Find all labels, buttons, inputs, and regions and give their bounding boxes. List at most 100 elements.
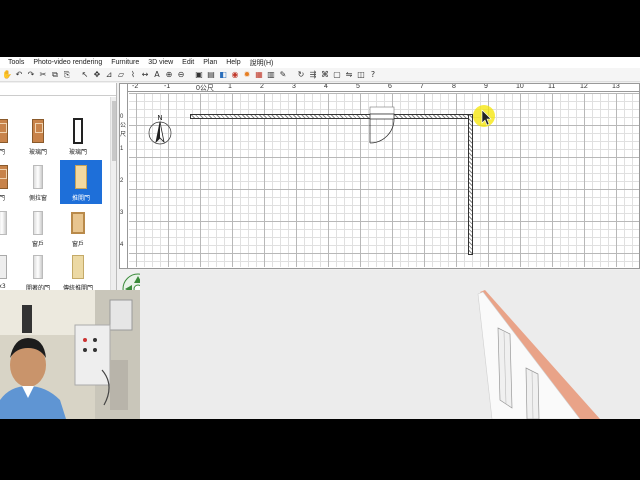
- copy-icon[interactable]: ⧉: [50, 70, 60, 80]
- wall-horizontal[interactable]: [190, 114, 472, 119]
- export-icon[interactable]: ▤: [206, 70, 216, 80]
- wall-vertical[interactable]: [468, 114, 473, 255]
- ruler-tick-label: 4: [120, 242, 124, 248]
- camera-icon[interactable]: ◫: [356, 70, 366, 80]
- create-rooms-icon[interactable]: ▱: [116, 70, 126, 80]
- ruler-tick-label: 3: [292, 83, 296, 90]
- catalog-scrollbar[interactable]: [110, 97, 116, 291]
- menu-help-zh[interactable]: 說明(H): [250, 58, 274, 68]
- catalog-item-label: 玻璃門: [68, 149, 87, 156]
- ruler-tick-label: 0公尺: [120, 114, 127, 138]
- ruler-tick-label: 2: [260, 83, 264, 90]
- create-polylines-icon[interactable]: ⌇: [128, 70, 138, 80]
- create-walls-icon[interactable]: ⊿: [104, 70, 114, 80]
- zoom-in-icon[interactable]: ⊕: [164, 70, 174, 80]
- catalog-item[interactable]: 窗戶: [20, 209, 56, 249]
- help-icon[interactable]: ?: [368, 70, 378, 80]
- 3d-view[interactable]: [140, 270, 640, 419]
- group-icon[interactable]: ⌘: [320, 70, 330, 80]
- ruler-tick-label: 7: [420, 83, 424, 90]
- ruler-tick-label: 8: [452, 83, 456, 90]
- catalog-item-label: 玻璃門: [28, 149, 47, 156]
- add-text-icon[interactable]: A: [152, 70, 162, 80]
- door-wood-icon: [27, 117, 49, 145]
- create-video-icon[interactable]: ◉: [230, 70, 240, 80]
- ruler-tick-label: 4: [324, 83, 328, 90]
- ruler-tick-label: 11: [548, 83, 556, 90]
- catalog-item[interactable]: 傳統推開門: [60, 253, 96, 291]
- cut-icon[interactable]: ✂: [38, 70, 48, 80]
- menu-bar: Tools Photo-video rendering Furniture 3D…: [0, 57, 640, 68]
- redo-icon[interactable]: ↷: [26, 70, 36, 80]
- ruler-tick-label: 5: [356, 83, 360, 90]
- ruler-tick-label: 6: [388, 83, 392, 90]
- compass-north-label: N: [157, 114, 162, 122]
- menu-tools[interactable]: Tools: [8, 59, 24, 66]
- door-wood-icon: [0, 163, 13, 191]
- plan-view[interactable]: -2 -1 0公尺 1 2 3 4 5 6 7 8 9 10 11 12 13 …: [119, 83, 640, 269]
- zoom-out-icon[interactable]: ⊖: [176, 70, 186, 80]
- menu-3d-view[interactable]: 3D view: [148, 59, 173, 66]
- catalog-item[interactable]: 開著的門: [20, 253, 56, 291]
- ruler-tick-label: 3: [120, 210, 124, 216]
- catalog-item[interactable]: 窗戶: [60, 209, 96, 249]
- menu-photo-video-rendering[interactable]: Photo-video rendering: [33, 59, 102, 66]
- catalog-item[interactable]: 玻璃門: [60, 117, 96, 157]
- undo-icon[interactable]: ↶: [14, 70, 24, 80]
- toolbar: ✋ ↶ ↷ ✂ ⧉ ⎘ ↖ ✥ ⊿ ▱ ⌇ ↔ A ⊕ ⊖ ▣ ▤ ◧ ◉ ✹ …: [0, 68, 640, 82]
- mouse-cursor-icon: [473, 105, 495, 127]
- preferences-icon[interactable]: ✹: [242, 70, 252, 80]
- ruler-tick-label: -2: [132, 83, 139, 90]
- align-icon[interactable]: ⇶: [308, 70, 318, 80]
- catalog-item-label: 窗戶: [31, 241, 44, 248]
- select-icon[interactable]: ↖: [80, 70, 90, 80]
- presenter-webcam: [0, 290, 140, 419]
- 3d-wall-render: [477, 290, 600, 419]
- modify-icon[interactable]: ✎: [278, 70, 288, 80]
- hand-icon[interactable]: ✋: [2, 70, 12, 80]
- menu-furniture[interactable]: Furniture: [111, 59, 139, 66]
- presenter-video-frame: [0, 290, 140, 419]
- flip-icon[interactable]: ⇋: [344, 70, 354, 80]
- rotate-icon[interactable]: ↻: [296, 70, 306, 80]
- door-wood-icon: [0, 117, 13, 145]
- catalog-item-label: 窗戶: [71, 241, 84, 248]
- ruler-tick-label: 2: [120, 178, 124, 184]
- menu-help[interactable]: Help: [226, 59, 240, 66]
- catalog-scrollbar-thumb[interactable]: [112, 101, 116, 161]
- ruler-tick-label: -1: [164, 83, 171, 90]
- panel-white-icon: [27, 209, 49, 237]
- ruler-tick-label: 13: [612, 83, 620, 90]
- catalog-item-label: 推開門: [71, 195, 90, 202]
- door-cream-icon: [67, 253, 89, 281]
- furniture-icon[interactable]: ▥: [266, 70, 276, 80]
- ruler-tick-label: 10: [516, 83, 524, 90]
- catalog-item[interactable]: 側拉窗: [20, 163, 56, 203]
- screen-frame: Tools Photo-video rendering Furniture 3D…: [0, 0, 640, 480]
- panel-white-icon: [27, 163, 49, 191]
- ruler-tick-label: 12: [580, 83, 588, 90]
- ruler-horizontal: -2 -1 0公尺 1 2 3 4 5 6 7 8 9 10 11 12 13: [120, 83, 639, 92]
- menu-edit[interactable]: Edit: [182, 59, 194, 66]
- panel-white-icon: [27, 253, 49, 281]
- catalog-item[interactable]: 玻璃門: [20, 117, 56, 157]
- ruler-tick-label: 1: [120, 146, 124, 152]
- compass-icon[interactable]: N: [145, 111, 175, 147]
- ungroup-icon[interactable]: ▢: [332, 70, 342, 80]
- create-photo-icon[interactable]: ◧: [218, 70, 228, 80]
- ruler-tick-label: 1: [228, 83, 232, 90]
- import-furniture-icon[interactable]: ▣: [194, 70, 204, 80]
- frame-white-icon: [0, 253, 13, 281]
- ruler-tick-label: 9: [484, 83, 488, 90]
- paste-icon[interactable]: ⎘: [62, 70, 72, 80]
- menu-plan[interactable]: Plan: [203, 59, 217, 66]
- catalog-search-field[interactable]: [0, 85, 116, 96]
- store-camera-icon[interactable]: ▦: [254, 70, 264, 80]
- pan-icon[interactable]: ✥: [92, 70, 102, 80]
- door-light-icon: [70, 163, 92, 191]
- create-dimensions-icon[interactable]: ↔: [140, 70, 150, 80]
- sweet-home-3d-window: Tools Photo-video rendering Furniture 3D…: [0, 57, 640, 419]
- door-symbol[interactable]: [368, 106, 398, 146]
- catalog-item-selected[interactable]: 推開門: [60, 160, 102, 204]
- door-black-icon: [67, 117, 89, 145]
